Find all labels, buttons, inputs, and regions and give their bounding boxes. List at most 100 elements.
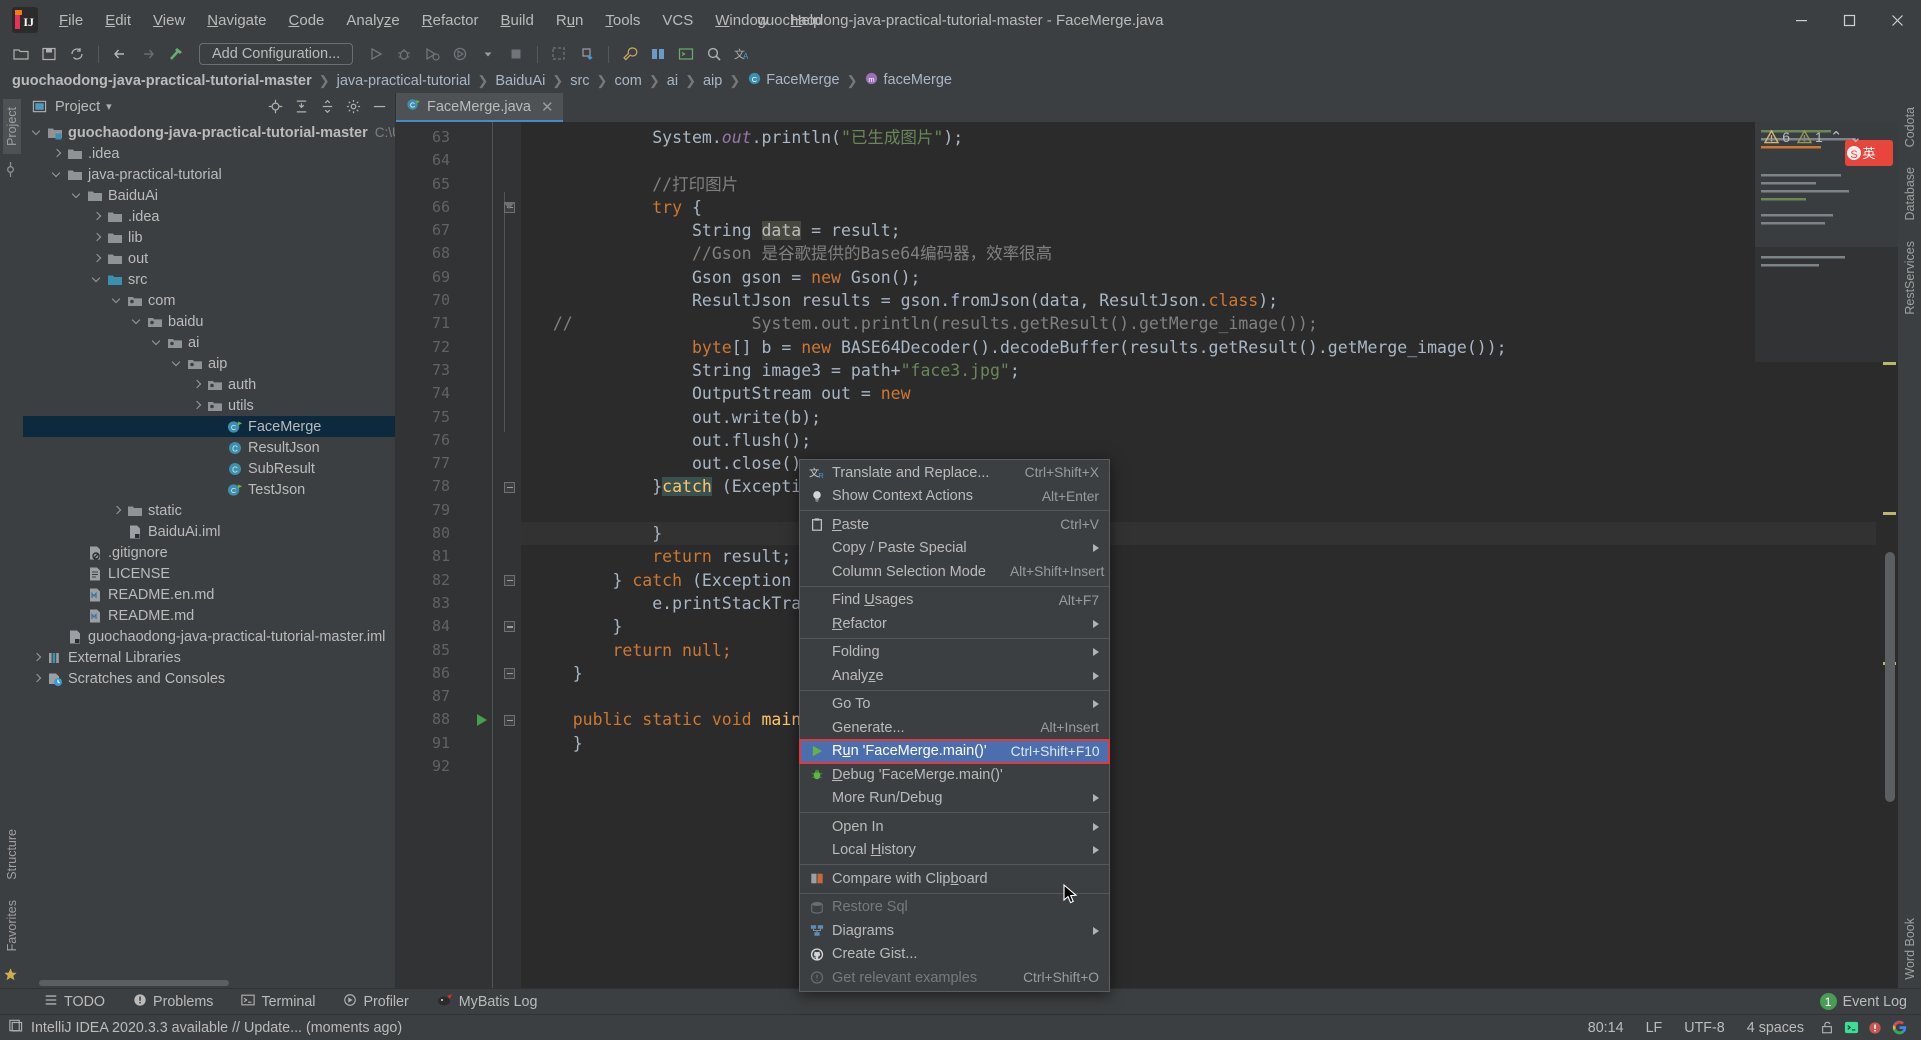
forward-arrow-icon[interactable]: [135, 42, 161, 66]
breadcrumb-item-aip[interactable]: aip: [703, 73, 722, 89]
chevron-right-icon[interactable]: [91, 252, 104, 265]
sidebar-item-structure[interactable]: Structure: [3, 821, 21, 888]
code-line[interactable]: // System.out.println(results.getResult(…: [521, 312, 1876, 335]
chevron-down-icon[interactable]: [51, 168, 64, 181]
chevron-down-icon[interactable]: [131, 315, 144, 328]
indent-setting[interactable]: 4 spaces: [1736, 1020, 1815, 1036]
prev-problem-icon[interactable]: ⌃: [1830, 128, 1843, 146]
chevron-down-icon[interactable]: [31, 126, 44, 139]
stop-icon[interactable]: [503, 42, 529, 66]
file-encoding[interactable]: UTF-8: [1673, 1020, 1736, 1036]
tool-terminal[interactable]: Terminal: [227, 991, 329, 1013]
menu-edit[interactable]: Edit: [94, 8, 142, 33]
sync-icon[interactable]: [64, 42, 90, 66]
code-line[interactable]: out.flush();: [521, 429, 1876, 452]
open-folder-icon[interactable]: [8, 42, 34, 66]
context-menu-item-open-in[interactable]: Open In: [800, 815, 1109, 839]
commit-rail-icon[interactable]: [3, 161, 20, 179]
code-line[interactable]: try {: [521, 196, 1876, 219]
chevron-down-icon[interactable]: [111, 294, 124, 307]
code-line[interactable]: [521, 755, 1876, 778]
breadcrumb-item-src[interactable]: src: [570, 73, 589, 89]
menu-vcs[interactable]: VCS: [651, 8, 704, 33]
code-line[interactable]: Gson gson = new Gson();: [521, 266, 1876, 289]
sidebar-item-project[interactable]: Project: [2, 99, 21, 154]
tree-node[interactable]: com: [23, 290, 395, 311]
chevron-right-icon[interactable]: [51, 147, 64, 160]
code-line[interactable]: System.out.println("已生成图片");: [521, 126, 1876, 149]
favorites-star-icon[interactable]: [3, 967, 20, 984]
menu-build[interactable]: Build: [489, 8, 544, 33]
error-status-icon[interactable]: [1863, 1021, 1887, 1035]
code-line[interactable]: byte[] b = new BASE64Decoder().decodeBuf…: [521, 336, 1876, 359]
settings-gear-icon[interactable]: [343, 97, 363, 117]
tree-node[interactable]: .gitignore: [23, 542, 395, 563]
caret-position[interactable]: 80:14: [1577, 1020, 1635, 1036]
tree-node[interactable]: guochaodong-java-practical-tutorial-mast…: [23, 122, 395, 143]
build-hammer-icon[interactable]: [163, 42, 189, 66]
code-line[interactable]: e.printStackTrace();: [521, 592, 1876, 615]
code-line[interactable]: } catch (Exception e) {: [521, 569, 1876, 592]
chevron-right-icon[interactable]: [111, 504, 124, 517]
wrench-icon[interactable]: [617, 42, 643, 66]
add-configuration-button[interactable]: Add Configuration...: [199, 43, 354, 65]
collapse-triangle-icon[interactable]: [504, 202, 515, 214]
code-line[interactable]: }: [521, 662, 1876, 685]
code-line[interactable]: public static void main(String[]: [521, 708, 1876, 731]
breadcrumb-item-baiduai[interactable]: BaiduAi: [495, 73, 545, 89]
context-menu-item-generate[interactable]: Generate... Alt+Insert: [800, 716, 1109, 740]
code-line[interactable]: out.write(b);: [521, 406, 1876, 429]
sidebar-item-codota[interactable]: Codota: [1901, 99, 1919, 155]
tree-node[interactable]: src: [23, 269, 395, 290]
locate-icon[interactable]: [265, 97, 285, 117]
context-menu-item-find-usages[interactable]: Find Usages Alt+F7: [800, 589, 1109, 613]
tree-node[interactable]: lib: [23, 227, 395, 248]
tree-node[interactable]: guochaodong-java-practical-tutorial-mast…: [23, 626, 395, 647]
breadcrumb-item-java-practical-tutorial[interactable]: java-practical-tutorial: [337, 73, 471, 89]
context-menu-item-create-gist[interactable]: Create Gist...: [800, 943, 1109, 967]
fold-marker[interactable]: [504, 574, 515, 586]
menu-code[interactable]: Code: [278, 8, 336, 33]
tree-node[interactable]: C TestJson: [23, 479, 395, 500]
tree-node[interactable]: .idea: [23, 143, 395, 164]
chevron-down-icon[interactable]: [171, 357, 184, 370]
sidebar-item-favorites[interactable]: Favorites: [3, 892, 21, 959]
menu-run[interactable]: Run: [545, 8, 595, 33]
weak-warning-badge[interactable]: 1: [1797, 129, 1823, 145]
fold-marker[interactable]: [504, 481, 515, 493]
expand-all-icon[interactable]: [317, 97, 337, 117]
context-menu-item-column-selection-mode[interactable]: Column Selection Mode Alt+Shift+Insert: [800, 560, 1109, 584]
tree-node[interactable]: README.en.md: [23, 584, 395, 605]
google-icon[interactable]: [1887, 1020, 1911, 1035]
code-line[interactable]: }: [521, 732, 1876, 755]
context-menu-item-paste[interactable]: Paste Ctrl+V: [800, 513, 1109, 537]
tree-node[interactable]: BaiduAi.iml: [23, 521, 395, 542]
project-panel-dropdown-caret[interactable]: ▾: [106, 100, 112, 113]
context-menu-item-translate-and-replace[interactable]: 文 R Translate and Replace... Ctrl+Shift+X: [800, 461, 1109, 485]
breadcrumb-item-guochaodong-java-practical-tutorial-master[interactable]: guochaodong-java-practical-tutorial-mast…: [12, 73, 312, 89]
search-icon[interactable]: [701, 42, 727, 66]
run-gutter-icon[interactable]: [477, 713, 487, 726]
tree-node[interactable]: Scratches and Consoles: [23, 668, 395, 689]
tool-todo[interactable]: TODO: [30, 991, 119, 1013]
context-menu-item-more-run-debug[interactable]: More Run/Debug: [800, 787, 1109, 811]
tree-node[interactable]: baidu: [23, 311, 395, 332]
tree-node[interactable]: java-practical-tutorial: [23, 164, 395, 185]
tool-problems[interactable]: Problems: [119, 991, 227, 1013]
code-line[interactable]: //Gson 是谷歌提供的Base64编码器，效率很高: [521, 242, 1876, 265]
context-menu-item-folding[interactable]: Folding: [800, 641, 1109, 665]
code-line[interactable]: ResultJson results = gson.fromJson(data,…: [521, 289, 1876, 312]
collapse-all-icon[interactable]: [291, 97, 311, 117]
tree-node[interactable]: README.md: [23, 605, 395, 626]
save-icon[interactable]: [36, 42, 62, 66]
code-line[interactable]: return null;: [521, 639, 1876, 662]
sidebar-item-database[interactable]: Database: [1901, 159, 1919, 229]
structure-icon[interactable]: [645, 42, 671, 66]
fold-marker[interactable]: [504, 714, 515, 726]
context-menu-item-go-to[interactable]: Go To: [800, 693, 1109, 717]
next-problem-icon[interactable]: ⌄: [1849, 128, 1862, 146]
tree-node[interactable]: utils: [23, 395, 395, 416]
tree-node[interactable]: aip: [23, 353, 395, 374]
project-tree-hscrollbar[interactable]: [23, 977, 395, 988]
context-menu-item-diagrams[interactable]: Diagrams: [800, 919, 1109, 943]
